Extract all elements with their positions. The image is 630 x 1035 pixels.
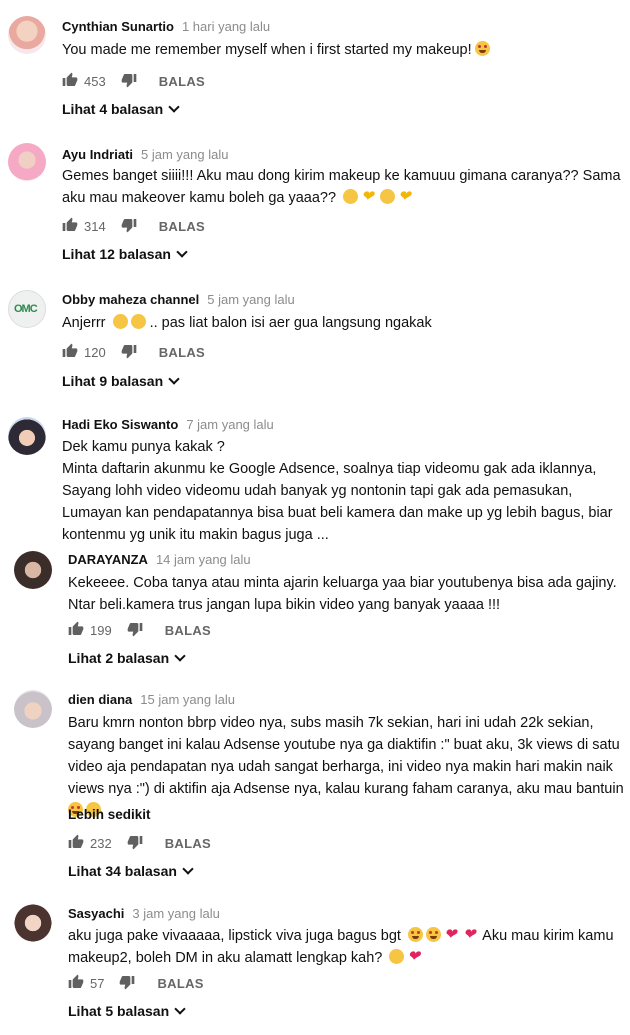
view-replies-button[interactable]: Lihat 12 balasan <box>62 246 188 262</box>
like-count: 453 <box>84 74 106 89</box>
avatar[interactable] <box>8 143 46 181</box>
thumbs-up-icon[interactable] <box>68 834 84 853</box>
comment-text: You made me remember myself when i first… <box>62 42 472 58</box>
chevron-down-icon <box>176 246 188 258</box>
avatar[interactable] <box>14 551 52 589</box>
red-heart-emoji-icon <box>463 924 479 946</box>
thumbs-down-icon[interactable] <box>121 217 137 236</box>
comment-text-line: Sayang lohh video videomu udah banyak yg… <box>62 483 573 499</box>
view-replies-label: Lihat 12 balasan <box>62 246 171 262</box>
tears-of-joy-emoji-icon <box>112 314 128 329</box>
chevron-down-icon <box>174 1003 186 1015</box>
avatar[interactable]: OMC <box>8 290 46 328</box>
thumbs-down-icon[interactable] <box>119 974 135 993</box>
like-count: 57 <box>90 976 105 991</box>
view-replies-button[interactable]: Lihat 2 balasan <box>68 650 186 666</box>
comment-text-line: Minta daftarin akunmu ke Google Adsence,… <box>62 461 597 477</box>
chevron-down-icon <box>168 101 180 113</box>
avatar[interactable] <box>8 417 46 455</box>
hugging-emoji-icon <box>380 189 396 204</box>
thumbs-up-icon[interactable] <box>68 974 84 993</box>
red-heart-emoji-icon <box>444 924 460 946</box>
comment-time[interactable]: 14 jam yang lalu <box>156 552 251 567</box>
like-count: 232 <box>90 836 112 851</box>
view-replies-label: Lihat 9 balasan <box>62 373 164 389</box>
smiling-emoji-icon <box>389 949 405 964</box>
view-replies-button[interactable]: Lihat 9 balasan <box>62 373 180 389</box>
thumbs-up-icon[interactable] <box>62 217 78 236</box>
comment-author[interactable]: Obby maheza channel <box>62 292 199 307</box>
comment-time[interactable]: 1 hari yang lalu <box>182 19 270 34</box>
avatar[interactable] <box>14 690 52 728</box>
thumbs-down-icon[interactable] <box>121 343 137 362</box>
grinning-sweat-emoji-icon <box>130 314 146 329</box>
reply-button[interactable]: BALAS <box>165 836 211 851</box>
view-replies-label: Lihat 2 balasan <box>68 650 170 666</box>
comment-text-line: Ntar beli.kamera trus jangan lupa bikin … <box>68 597 501 613</box>
comment-text-line: Dek kamu punya kakak ? <box>62 439 225 455</box>
comment-author[interactable]: Sasyachi <box>68 906 124 921</box>
view-replies-button[interactable]: Lihat 5 balasan <box>68 1003 186 1019</box>
view-replies-button[interactable]: Lihat 4 balasan <box>62 101 180 117</box>
comment-text-line: sayang banget ini kalau Adsense youtube … <box>68 737 620 753</box>
comment-text-line: Kekeeee. Coba tanya atau minta ajarin ke… <box>68 575 617 591</box>
yellow-heart-emoji-icon <box>361 186 377 208</box>
comment-text-line: makeup2, boleh DM in aku alamatt lengkap… <box>68 950 383 966</box>
yellow-heart-emoji-icon <box>398 186 414 208</box>
reply-button[interactable]: BALAS <box>159 74 205 89</box>
comment-text-line: kontenmu yg unik itu makin bagus juga ..… <box>62 527 329 543</box>
reply-button[interactable]: BALAS <box>157 976 203 991</box>
comment-time[interactable]: 3 jam yang lalu <box>132 906 219 921</box>
comment-time[interactable]: 15 jam yang lalu <box>140 692 235 707</box>
comment-text-line: Gemes banget siiii!!! Aku mau dong kirim… <box>62 168 621 184</box>
view-replies-label: Lihat 4 balasan <box>62 101 164 117</box>
thumbs-up-icon[interactable] <box>68 621 84 640</box>
comment-text-line: aku mau makeover kamu boleh ga yaaa?? <box>62 190 337 206</box>
show-less-button[interactable]: Lebih sedikit <box>68 807 151 822</box>
thumbs-up-icon[interactable] <box>62 343 78 362</box>
view-replies-button[interactable]: Lihat 34 balasan <box>68 863 194 879</box>
comment-author[interactable]: Cynthian Sunartio <box>62 19 174 34</box>
chevron-down-icon <box>168 373 180 385</box>
comment-text-line: Baru kmrn nonton bbrp video nya, subs ma… <box>68 715 594 731</box>
red-heart-emoji-icon <box>407 946 423 968</box>
heart-eyes-emoji-icon <box>474 41 490 56</box>
chevron-down-icon <box>174 650 186 662</box>
comment-time[interactable]: 5 jam yang lalu <box>207 292 294 307</box>
comment-author[interactable]: Hadi Eko Siswanto <box>62 417 178 432</box>
view-replies-label: Lihat 34 balasan <box>68 863 177 879</box>
hugging-emoji-icon <box>343 189 359 204</box>
reply-button[interactable]: BALAS <box>159 219 205 234</box>
comment-author[interactable]: Ayu Indriati <box>62 147 133 162</box>
chevron-down-icon <box>182 863 194 875</box>
comment-author[interactable]: dien diana <box>68 692 132 707</box>
comment-time[interactable]: 5 jam yang lalu <box>141 147 228 162</box>
comment-text-line: video aja pendapatan nya udah sangat ber… <box>68 759 613 775</box>
comment-text-line: aku juga pake vivaaaaa, lipstick viva ju… <box>68 928 401 944</box>
reply-button[interactable]: BALAS <box>159 345 205 360</box>
comment-text-line: Lumayan kan pendapatannya bisa buat beli… <box>62 505 613 521</box>
avatar[interactable] <box>14 904 52 942</box>
heart-eyes-emoji-icon <box>407 927 423 942</box>
thumbs-down-icon[interactable] <box>127 834 143 853</box>
thumbs-down-icon[interactable] <box>121 72 137 91</box>
comment-text-line: Aku mau kirim kamu <box>482 928 614 944</box>
comment-text-line: views nya :") di aktifin aja Adsense nya… <box>68 781 624 797</box>
comment-author[interactable]: DARAYANZA <box>68 552 148 567</box>
like-count: 199 <box>90 623 112 638</box>
view-replies-label: Lihat 5 balasan <box>68 1003 170 1019</box>
avatar[interactable] <box>8 16 46 54</box>
thumbs-down-icon[interactable] <box>127 621 143 640</box>
like-count: 120 <box>84 345 106 360</box>
comment-text: Anjerrr <box>62 315 106 331</box>
comment-text: .. pas liat balon isi aer gua langsung n… <box>149 315 432 331</box>
heart-eyes-emoji-icon <box>425 927 441 942</box>
like-count: 314 <box>84 219 106 234</box>
comment-time[interactable]: 7 jam yang lalu <box>186 417 273 432</box>
reply-button[interactable]: BALAS <box>165 623 211 638</box>
thumbs-up-icon[interactable] <box>62 72 78 91</box>
